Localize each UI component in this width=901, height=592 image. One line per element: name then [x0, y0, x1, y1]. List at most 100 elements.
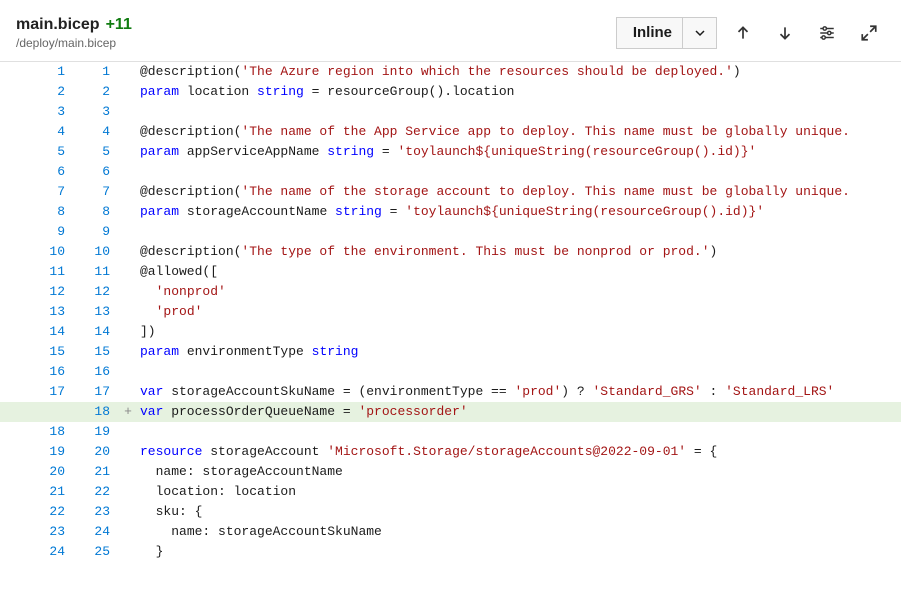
code-line[interactable]: name: storageAccountName [136, 462, 901, 482]
code-row[interactable]: 7 7 @description('The name of the storag… [0, 182, 901, 202]
code-row[interactable]: 19 20 resource storageAccount 'Microsoft… [0, 442, 901, 462]
code-line[interactable]: } [136, 542, 901, 562]
code-row[interactable]: 18 19 [0, 422, 901, 442]
code-line[interactable]: var storageAccountSkuName = (environment… [136, 382, 901, 402]
gutter-new[interactable]: 8 [75, 202, 120, 222]
gutter-new[interactable]: 22 [75, 482, 120, 502]
gutter-old[interactable]: 11 [30, 262, 75, 282]
next-diff-button[interactable] [769, 17, 801, 49]
gutter-old[interactable]: 19 [30, 442, 75, 462]
gutter-old[interactable]: 22 [30, 502, 75, 522]
view-mode-dropdown[interactable] [682, 18, 716, 48]
gutter-new[interactable]: 2 [75, 82, 120, 102]
code-row[interactable]: 1 1 @description('The Azure region into … [0, 62, 901, 82]
gutter-old[interactable]: 20 [30, 462, 75, 482]
gutter-new[interactable]: 19 [75, 422, 120, 442]
gutter-new[interactable]: 10 [75, 242, 120, 262]
gutter-old[interactable]: 8 [30, 202, 75, 222]
gutter-old[interactable]: 10 [30, 242, 75, 262]
code-line[interactable]: param storageAccountName string = 'toyla… [136, 202, 901, 222]
gutter-new[interactable]: 16 [75, 362, 120, 382]
code-row[interactable]: 3 3 [0, 102, 901, 122]
gutter-old[interactable]: 12 [30, 282, 75, 302]
code-line[interactable]: param appServiceAppName string = 'toylau… [136, 142, 901, 162]
gutter-old[interactable]: 13 [30, 302, 75, 322]
gutter-new[interactable]: 14 [75, 322, 120, 342]
gutter-new[interactable]: 13 [75, 302, 120, 322]
gutter-new[interactable]: 17 [75, 382, 120, 402]
code-row[interactable]: 10 10 @description('The type of the envi… [0, 242, 901, 262]
gutter-new[interactable]: 7 [75, 182, 120, 202]
code-row[interactable]: 14 14 ]) [0, 322, 901, 342]
gutter-old[interactable]: 23 [30, 522, 75, 542]
code-line[interactable]: var processOrderQueueName = 'processorde… [136, 402, 901, 422]
gutter-new[interactable]: 12 [75, 282, 120, 302]
code-line[interactable]: @description('The type of the environmen… [136, 242, 901, 262]
gutter-new[interactable]: 25 [75, 542, 120, 562]
gutter-old[interactable]: 17 [30, 382, 75, 402]
code-line[interactable]: @description('The name of the storage ac… [136, 182, 901, 202]
gutter-old[interactable]: 15 [30, 342, 75, 362]
code-line[interactable]: location: location [136, 482, 901, 502]
view-mode-select[interactable]: Inline [616, 17, 717, 49]
gutter-new[interactable]: 11 [75, 262, 120, 282]
gutter-old[interactable]: 21 [30, 482, 75, 502]
gutter-new[interactable]: 1 [75, 62, 120, 82]
gutter-old[interactable]: 24 [30, 542, 75, 562]
gutter-new[interactable]: 20 [75, 442, 120, 462]
prev-diff-button[interactable] [727, 17, 759, 49]
code-row[interactable]: 4 4 @description('The name of the App Se… [0, 122, 901, 142]
code-line[interactable]: 'prod' [136, 302, 901, 322]
gutter-new[interactable]: 23 [75, 502, 120, 522]
code-line[interactable]: @description('The name of the App Servic… [136, 122, 901, 142]
code-line[interactable]: 'nonprod' [136, 282, 901, 302]
gutter-old[interactable]: 16 [30, 362, 75, 382]
code-row[interactable]: 24 25 } [0, 542, 901, 562]
code-line[interactable]: ]) [136, 322, 901, 342]
code-row[interactable]: 23 24 name: storageAccountSkuName [0, 522, 901, 542]
code-row[interactable]: 15 15 param environmentType string [0, 342, 901, 362]
gutter-old[interactable]: 1 [30, 62, 75, 82]
view-mode-button[interactable]: Inline [617, 18, 682, 48]
gutter-new[interactable]: 18 [75, 402, 120, 422]
code-row[interactable]: 5 5 param appServiceAppName string = 'to… [0, 142, 901, 162]
gutter-new[interactable]: 4 [75, 122, 120, 142]
code-row-added[interactable]: 18 + var processOrderQueueName = 'proces… [0, 402, 901, 422]
gutter-old[interactable]: 18 [30, 422, 75, 442]
gutter-old[interactable]: 2 [30, 82, 75, 102]
code-line[interactable]: @description('The Azure region into whic… [136, 62, 901, 82]
gutter-old[interactable]: 5 [30, 142, 75, 162]
code-row[interactable]: 8 8 param storageAccountName string = 't… [0, 202, 901, 222]
gutter-new[interactable]: 21 [75, 462, 120, 482]
code-line[interactable]: param location string = resourceGroup().… [136, 82, 901, 102]
code-row[interactable]: 17 17 var storageAccountSkuName = (envir… [0, 382, 901, 402]
code-row[interactable]: 16 16 [0, 362, 901, 382]
code-line[interactable]: sku: { [136, 502, 901, 522]
expand-button[interactable] [853, 17, 885, 49]
settings-button[interactable] [811, 17, 843, 49]
gutter-new[interactable]: 24 [75, 522, 120, 542]
code-line[interactable]: param environmentType string [136, 342, 901, 362]
gutter-new[interactable]: 3 [75, 102, 120, 122]
code-row[interactable]: 21 22 location: location [0, 482, 901, 502]
gutter-old[interactable]: 7 [30, 182, 75, 202]
gutter-new[interactable]: 6 [75, 162, 120, 182]
gutter-old[interactable]: 3 [30, 102, 75, 122]
gutter-old[interactable]: 6 [30, 162, 75, 182]
code-row[interactable]: 13 13 'prod' [0, 302, 901, 322]
code-row[interactable]: 11 11 @allowed([ [0, 262, 901, 282]
code-row[interactable]: 6 6 [0, 162, 901, 182]
code-row[interactable]: 22 23 sku: { [0, 502, 901, 522]
code-row[interactable]: 12 12 'nonprod' [0, 282, 901, 302]
diff-view[interactable]: 1 1 @description('The Azure region into … [0, 62, 901, 562]
code-line[interactable]: resource storageAccount 'Microsoft.Stora… [136, 442, 901, 462]
code-row[interactable]: 2 2 param location string = resourceGrou… [0, 82, 901, 102]
code-row[interactable]: 9 9 [0, 222, 901, 242]
gutter-old[interactable]: 9 [30, 222, 75, 242]
gutter-new[interactable]: 15 [75, 342, 120, 362]
gutter-old[interactable]: 4 [30, 122, 75, 142]
gutter-new[interactable]: 5 [75, 142, 120, 162]
code-line[interactable]: @allowed([ [136, 262, 901, 282]
code-row[interactable]: 20 21 name: storageAccountName [0, 462, 901, 482]
gutter-old[interactable]: 14 [30, 322, 75, 342]
